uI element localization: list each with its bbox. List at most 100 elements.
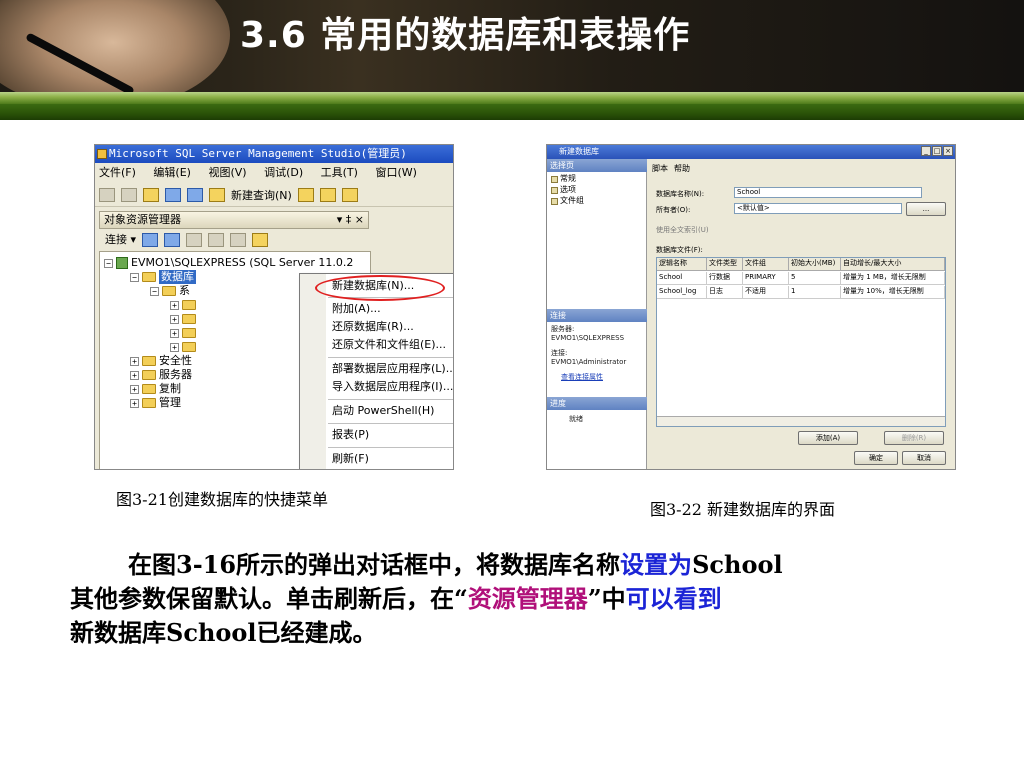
menubar: 文件(F) 编辑(E) 视图(V) 调试(D) 工具(T) 窗口(W) [95, 163, 453, 183]
expand-icon[interactable]: + [130, 370, 139, 380]
minimize-icon[interactable]: _ [921, 146, 931, 156]
db-name-label: 数据库名称(N): [656, 190, 705, 198]
folder-icon [182, 300, 196, 310]
grid-cell[interactable]: 5 [789, 272, 841, 285]
menu-view[interactable]: 视图(V) [208, 166, 246, 179]
tree-child[interactable]: + [170, 340, 196, 354]
connection-header: 连接 [547, 309, 647, 322]
tree-server-objects-node[interactable]: + 服务器 [130, 368, 192, 382]
expand-icon[interactable]: + [130, 384, 139, 394]
filter-icon[interactable] [208, 233, 225, 247]
menu-item-import-dac[interactable]: 导入数据层应用程序(I)... [300, 377, 453, 397]
tree-management-node[interactable]: + 管理 [130, 396, 181, 410]
para-text-school: School [692, 550, 783, 579]
new-item-icon[interactable] [99, 187, 115, 202]
menu-item-attach[interactable]: 附加(A)... [300, 299, 453, 319]
menu-file[interactable]: 文件(F) [99, 166, 136, 179]
query-icon-3[interactable] [341, 187, 358, 202]
maximize-icon[interactable]: □ [932, 146, 942, 156]
menu-item-restore-db[interactable]: 还原数据库(R)... [300, 317, 453, 337]
page-general[interactable]: 常规 [551, 174, 576, 184]
stop-icon[interactable] [186, 233, 203, 247]
connect-icon[interactable] [142, 233, 159, 247]
explorer-toolbar: 连接 ▾ [99, 230, 369, 250]
menu-edit[interactable]: 编辑(E) [153, 166, 191, 179]
grid-header: 逻辑名称 文件类型 文件组 初始大小(MB) 自动增长/最大大小 [657, 258, 945, 271]
dialog-main: 脚本 帮助 数据库名称(N): School 所有者(O): <默认值> ...… [648, 159, 955, 469]
tree-security-node[interactable]: + 安全性 [130, 354, 192, 368]
table-row[interactable]: School 行数据 PRIMARY 5 增量为 1 MB，增长无限制 [657, 272, 945, 285]
help-button[interactable]: 帮助 [674, 163, 690, 174]
menu-debug[interactable]: 调试(D) [264, 166, 303, 179]
menu-item-restore-files[interactable]: 还原文件和文件组(E)... [300, 335, 453, 355]
tree-server-node[interactable]: − EVMO1\SQLEXPRESS (SQL Server 11.0.2 [104, 256, 353, 270]
menu-item-reports[interactable]: 报表(P) ▶ [300, 425, 453, 445]
query-icon-1[interactable] [297, 187, 314, 202]
expand-icon[interactable]: + [170, 342, 179, 352]
figure2-caption: 图3-22 新建数据库的界面 [650, 500, 836, 519]
browse-owner-button[interactable]: ... [906, 202, 946, 216]
table-row[interactable]: School_log 日志 不适用 1 增量为 10%，增长无限制 [657, 286, 945, 299]
menu-item-powershell[interactable]: 启动 PowerShell(H) [300, 401, 453, 421]
open-folder-icon[interactable] [143, 187, 159, 202]
ok-button[interactable]: 确定 [854, 451, 898, 465]
tree-child[interactable]: + [170, 312, 196, 326]
db-name-input[interactable]: School [734, 187, 922, 198]
expand-icon[interactable]: + [170, 314, 179, 324]
query-icon-2[interactable] [319, 187, 336, 202]
header-banner: 3.6 常用的数据库和表操作 [0, 0, 1024, 120]
tree-db-node[interactable]: − 数据库 [130, 270, 196, 284]
new-query-icon[interactable] [209, 187, 225, 202]
grid-cell[interactable]: 增量为 10%，增长无限制 [841, 286, 945, 299]
page-filegroups[interactable]: 文件组 [551, 196, 584, 206]
menu-item-deploy-dac[interactable]: 部署数据层应用程序(L)... [300, 359, 453, 379]
save-icon[interactable] [165, 187, 181, 202]
owner-input[interactable]: <默认值> [734, 203, 902, 214]
disconnect-icon[interactable] [164, 233, 181, 247]
close-icon[interactable]: × [943, 146, 953, 156]
para-text-2: 其他参数保留默认。单击刷新后，在“ [70, 584, 468, 613]
cancel-button[interactable]: 取消 [902, 451, 946, 465]
dialog-titlebar: 新建数据库 _ □ × [547, 145, 955, 159]
menu-tools[interactable]: 工具(T) [321, 166, 358, 179]
expand-icon[interactable]: + [170, 328, 179, 338]
remove-file-button[interactable]: 删除(R) [884, 431, 944, 445]
grid-cell[interactable]: 1 [789, 286, 841, 299]
refresh-icon[interactable] [230, 233, 247, 247]
menu-item-reports-label: 报表(P) [332, 428, 370, 441]
collapse-icon[interactable]: − [150, 286, 159, 296]
tree-replication-node[interactable]: + 复制 [130, 382, 181, 396]
app-icon [97, 149, 107, 159]
expand-icon[interactable]: + [170, 300, 179, 310]
horizontal-scrollbar[interactable] [657, 416, 945, 426]
activity-icon[interactable] [252, 233, 269, 247]
expand-icon[interactable]: + [130, 356, 139, 366]
grid-cell[interactable]: 增量为 1 MB，增长无限制 [841, 272, 945, 285]
collapse-icon[interactable]: − [130, 272, 139, 282]
menu-separator [328, 447, 453, 448]
save-all-icon[interactable] [187, 187, 203, 202]
tree-child[interactable]: + [170, 298, 196, 312]
connect-button[interactable]: 连接 ▾ [105, 230, 136, 250]
view-connection-properties-link[interactable]: 查看连接属性 [561, 373, 603, 382]
node-label: 服务器 [159, 368, 192, 381]
fulltext-checkbox[interactable]: 使用全文索引(U) [656, 225, 709, 235]
grid-cell[interactable]: School_log [657, 286, 707, 299]
page-options[interactable]: 选项 [551, 185, 576, 195]
expand-icon[interactable]: + [130, 398, 139, 408]
add-item-icon[interactable] [121, 187, 137, 202]
add-file-button[interactable]: 添加(A) [798, 431, 858, 445]
menu-separator [328, 399, 453, 400]
script-button[interactable]: 脚本 [652, 163, 668, 174]
menu-item-refresh[interactable]: 刷新(F) [300, 449, 453, 469]
explorer-controls[interactable]: ▾ ‡ × [337, 212, 364, 228]
new-query-button[interactable]: 新建查询(N) [231, 187, 292, 203]
tree-sys-node[interactable]: − 系 [150, 284, 190, 298]
page-label: 常规 [560, 174, 576, 183]
grid-cell[interactable]: School [657, 272, 707, 285]
folder-icon [182, 342, 196, 352]
grid-header-cell: 文件类型 [707, 258, 743, 271]
tree-child[interactable]: + [170, 326, 196, 340]
collapse-icon[interactable]: − [104, 258, 113, 268]
menu-window[interactable]: 窗口(W) [375, 166, 416, 179]
